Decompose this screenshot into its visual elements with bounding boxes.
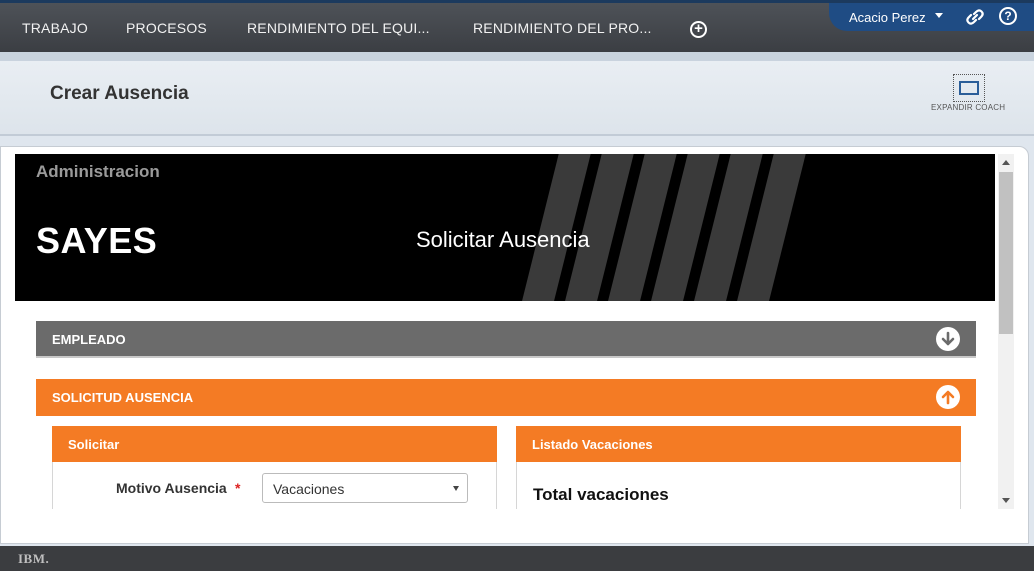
page-header: Crear Ausencia EXPANDIR COACH [0,52,1034,136]
motivo-ausencia-select[interactable]: Vacaciones [262,473,468,503]
solicitar-title: Solicitar [68,437,120,452]
vertical-scrollbar[interactable] [998,154,1014,509]
expand-coach-label[interactable]: EXPANDIR COACH [931,103,1005,112]
section-solicitud-label: SOLICITUD AUSENCIA [52,390,194,405]
scroll-up-icon[interactable] [1002,160,1010,165]
scroll-down-icon[interactable] [1002,498,1010,503]
coach-content: Administracion SAYES Solicitar Ausencia … [15,154,995,509]
solicitar-header: Solicitar [52,426,497,462]
banner-subtitle: Solicitar Ausencia [416,227,590,252]
expand-coach-icon[interactable] [953,74,985,102]
total-vacaciones-label: Total vacaciones [533,485,669,504]
user-name[interactable]: Acacio Perez [849,10,926,25]
listado-header: Listado Vacaciones [516,426,961,462]
user-bar: Acacio Perez ? [829,3,1034,31]
tab-rendimiento-proceso[interactable]: RENDIMIENTO DEL PRO... [473,20,652,36]
section-empleado-label: EMPLEADO [52,332,126,347]
banner-brand: SAYES [36,220,158,261]
required-marker: * [235,480,241,496]
top-nav: TRABAJO PROCESOS RENDIMIENTO DEL EQUI...… [0,0,1034,52]
plus-circle-icon[interactable]: + [690,21,707,38]
chevron-down-icon[interactable] [935,13,943,18]
footer: IBM. [0,546,1034,571]
section-empleado[interactable]: EMPLEADO [36,321,976,358]
link-icon[interactable] [965,8,985,26]
scroll-thumb[interactable] [999,172,1013,334]
page-title: Crear Ausencia [50,83,189,104]
motivo-ausencia-label: Motivo Ausencia [116,480,227,496]
dropdown-arrow-icon [453,486,459,491]
listado-title: Listado Vacaciones [532,437,653,452]
solicitar-card: Solicitar Motivo Ausencia * Vacaciones [52,426,497,509]
collapse-up-icon[interactable] [936,385,960,409]
listado-vacaciones-card: Listado Vacaciones Total vacaciones [516,426,961,509]
help-icon[interactable]: ? [999,7,1017,25]
section-solicitud[interactable]: SOLICITUD AUSENCIA [36,379,976,416]
expand-down-icon[interactable] [936,327,960,351]
coach-frame: Administracion SAYES Solicitar Ausencia … [0,146,1029,544]
tab-procesos[interactable]: PROCESOS [126,20,207,36]
banner-admin-label: Administracion [36,162,160,181]
tab-trabajo[interactable]: TRABAJO [22,20,88,36]
motivo-ausencia-value: Vacaciones [273,481,345,497]
banner: Administracion SAYES Solicitar Ausencia [15,154,995,301]
tab-rendimiento-equipo[interactable]: RENDIMIENTO DEL EQUI... [247,20,430,36]
ibm-logo: IBM. [18,551,50,566]
